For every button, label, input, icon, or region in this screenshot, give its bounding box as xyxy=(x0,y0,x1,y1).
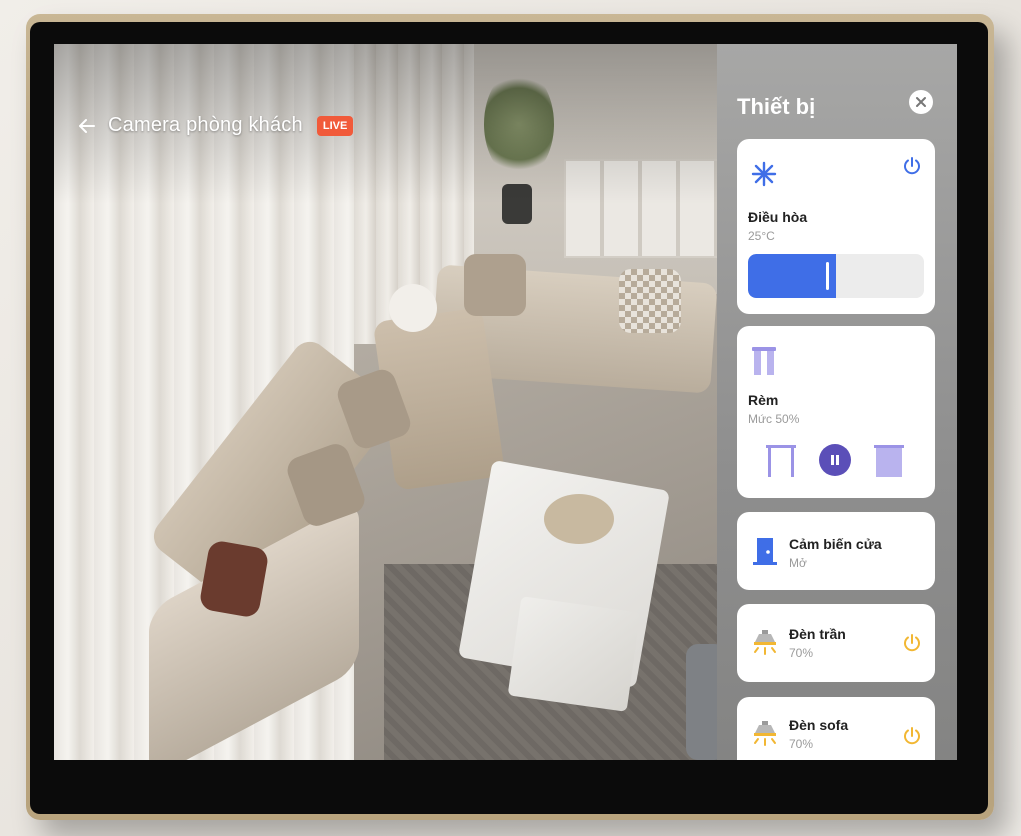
coffee-table xyxy=(507,596,641,712)
device-name: Đèn sofa xyxy=(789,717,849,733)
pillow xyxy=(619,269,681,333)
device-status: Mức 50% xyxy=(748,412,800,426)
device-name: Rèm xyxy=(748,392,779,408)
camera-title: Camera phòng khách xyxy=(108,114,303,136)
pause-icon xyxy=(831,455,839,465)
ceiling-lamp-icon xyxy=(751,719,779,752)
device-name: Đèn trần xyxy=(789,626,846,642)
temperature-slider[interactable] xyxy=(748,254,924,298)
devices-panel: Thiết bị Điều hòa 25°C Rèm Mức 50% Cảm b… xyxy=(717,44,957,760)
curtain-close-icon[interactable] xyxy=(873,444,905,483)
panel-title: Thiết bị xyxy=(737,94,816,119)
device-card-sofa-light[interactable]: Đèn sofa 70% xyxy=(737,697,935,760)
camera-feed[interactable] xyxy=(54,44,717,760)
armchair xyxy=(686,644,717,760)
screen: Camera phòng khách LIVE Thiết bị Điều hò… xyxy=(54,44,957,760)
back-arrow-icon[interactable] xyxy=(76,115,98,137)
curtain-icon xyxy=(751,346,777,381)
pillow xyxy=(198,539,270,619)
device-name: Cảm biến cửa xyxy=(789,536,882,552)
power-icon[interactable] xyxy=(901,632,923,654)
live-badge: LIVE xyxy=(316,115,354,136)
table-lamp xyxy=(389,284,437,332)
curtain-pause-button[interactable] xyxy=(819,444,851,476)
device-card-air-conditioner[interactable]: Điều hòa 25°C xyxy=(737,139,935,314)
device-status: 70% xyxy=(789,646,814,660)
device-status: Mở xyxy=(789,556,807,570)
device-status: 70% xyxy=(789,737,814,751)
curtain-open-icon[interactable] xyxy=(765,444,797,483)
snowflake-icon xyxy=(751,161,777,192)
ceiling-lamp-icon xyxy=(751,628,779,661)
pillow xyxy=(464,254,526,316)
device-card-ceiling-light[interactable]: Đèn trần 70% xyxy=(737,604,935,682)
door-icon xyxy=(753,536,777,571)
power-icon[interactable] xyxy=(901,725,923,747)
device-name: Điều hòa xyxy=(748,209,808,225)
close-button[interactable] xyxy=(909,90,933,114)
camera-header: Camera phòng khách LIVE xyxy=(76,114,354,137)
tray xyxy=(544,494,614,544)
slider-handle[interactable] xyxy=(826,262,829,290)
close-icon xyxy=(916,97,926,107)
device-status: 25°C xyxy=(748,229,775,243)
device-card-door-sensor[interactable]: Cảm biến cửa Mở xyxy=(737,512,935,590)
slider-fill xyxy=(748,254,836,298)
device-card-curtain[interactable]: Rèm Mức 50% xyxy=(737,326,935,498)
power-icon[interactable] xyxy=(901,155,923,177)
